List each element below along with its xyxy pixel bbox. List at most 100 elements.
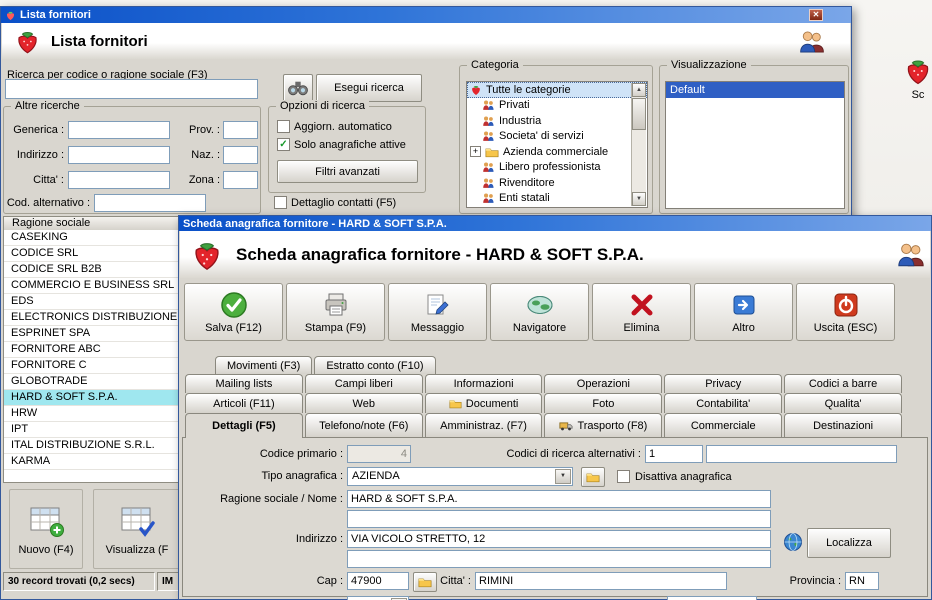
citta-field[interactable] [68,171,170,189]
tab-campi-liberi[interactable]: Campi liberi [304,374,423,393]
view-item[interactable]: Default [666,82,844,98]
tab-privacy[interactable]: Privacy [664,374,783,393]
supplier-row[interactable]: CODICE SRL B2B [4,262,178,278]
tab-mailing-lists[interactable]: Mailing lists [185,374,303,393]
provincia-field[interactable] [845,572,879,590]
generica-field[interactable] [68,121,170,139]
tab-movimenti[interactable]: Movimenti (F3) [215,356,313,374]
localizza-button[interactable]: Localizza [807,528,891,558]
indirizzo-field-2[interactable] [347,550,771,568]
tab-codici-a-barre[interactable]: Codici a barre [784,374,902,393]
stampa-button[interactable]: Stampa (F9) [286,283,385,341]
supplier-row-selected[interactable]: HARD & SOFT S.P.A. [4,390,178,406]
messaggio-button[interactable]: Messaggio [388,283,487,341]
supplier-row[interactable]: ESPRINET SPA [4,326,178,342]
supplier-row[interactable]: HRW [4,406,178,422]
tipo-anagrafica-label: Tipo anagrafica : [261,470,343,482]
scroll-down-icon[interactable]: ▼ [632,192,646,206]
expand-icon[interactable]: + [470,146,481,158]
dettaglio-contatti-checkbox[interactable] [274,196,287,209]
titlebar[interactable]: Scheda anagrafica fornitore - HARD & SOF… [179,216,931,231]
tab-amministraz[interactable]: Amministraz. (F7) [424,413,543,437]
category-item[interactable]: Libero professionista [467,160,647,176]
codici-alternativi-field-2[interactable] [706,445,897,463]
tab-articoli[interactable]: Articoli (F11) [185,393,303,413]
supplier-row[interactable]: GLOBOTRADE [4,374,178,390]
salva-button[interactable]: Salva (F12) [184,283,283,341]
tab-estratto-conto[interactable]: Estratto conto (F10) [314,356,436,374]
tab-telefono-note[interactable]: Telefono/note (F6) [304,413,423,437]
cap-field[interactable] [347,572,409,590]
categoria-scrollbar[interactable]: ▲ ▼ [631,83,646,206]
aggiorn-automatico-checkbox[interactable] [277,120,290,133]
binoculars-button[interactable] [283,74,313,102]
desktop-shortcut[interactable]: Sc [896,56,932,101]
supplier-row[interactable]: ELECTRONICS DISTRIBUZIONE [4,310,178,326]
esegui-ricerca-button[interactable]: Esegui ricerca [316,74,422,102]
uscita-button[interactable]: Uscita (ESC) [796,283,895,341]
ragione-sociale-field-2[interactable] [347,510,771,528]
indirizzo-field[interactable] [68,146,170,164]
disattiva-anagrafica-checkbox[interactable] [617,470,630,483]
filtri-avanzati-button[interactable]: Filtri avanzati [277,160,418,183]
column-header[interactable]: Ragione sociale [3,216,179,231]
category-item[interactable]: + Azienda commerciale [467,144,647,160]
category-item[interactable]: Rivenditore [467,175,647,191]
navigatore-button[interactable]: Navigatore [490,283,589,341]
supplier-row[interactable]: ITAL DISTRIBUZIONE S.R.L. [4,438,178,454]
grid-view-icon [121,507,155,537]
supplier-row[interactable]: EDS [4,294,178,310]
codice-primario-field[interactable] [347,445,411,463]
tab-operazioni[interactable]: Operazioni [544,374,663,393]
tab-row-4: Dettagli (F5) Telefono/note (F6) Amminis… [185,413,902,438]
zona-field[interactable] [667,596,757,600]
ragione-sociale-field[interactable] [347,490,771,508]
titlebar[interactable]: Lista fornitori ✕ [1,7,851,23]
citta-field[interactable] [475,572,727,590]
category-item[interactable]: Tutte le categorie [467,82,647,98]
supplier-row[interactable]: FORNITORE C [4,358,178,374]
chevron-down-icon[interactable]: ▼ [555,469,571,484]
tab-informazioni[interactable]: Informazioni [424,374,543,393]
tab-dettagli[interactable]: Dettagli (F5) [185,413,303,438]
scroll-up-icon[interactable]: ▲ [632,83,646,97]
category-item[interactable]: Privati [467,98,647,114]
nazione-select[interactable]: IT ▼ [347,596,409,600]
zona-field[interactable] [223,171,258,189]
tab-web[interactable]: Web [304,393,423,413]
cod-alternativo-field[interactable] [94,194,206,212]
prov-field[interactable] [223,121,258,139]
supplier-row[interactable]: CODICE SRL [4,246,178,262]
tab-trasporto[interactable]: Trasporto (F8) [544,413,663,437]
visualizza-button[interactable]: Visualizza (F [93,489,181,569]
category-item[interactable]: Enti statali [467,191,647,207]
tab-commerciale[interactable]: Commerciale [664,413,783,437]
codici-alternativi-field[interactable] [645,445,703,463]
nuovo-button[interactable]: Nuovo (F4) [9,489,83,569]
category-label: Rivenditore [499,176,555,189]
altro-button[interactable]: Altro [694,283,793,341]
supplier-row[interactable]: CASEKING [4,230,178,246]
tab-documenti[interactable]: Documenti [424,393,543,413]
close-icon[interactable]: ✕ [809,9,823,21]
tab-contabilita[interactable]: Contabilita' [664,393,783,413]
tab-row-3: Articoli (F11) Web Documenti Foto Contab… [185,393,902,413]
category-item[interactable]: Industria [467,113,647,129]
tipo-anagrafica-select[interactable]: AZIENDA ▼ [347,467,573,486]
visualizzazione-list: Default [665,81,845,209]
tipo-folder-button[interactable] [581,467,605,487]
category-item[interactable]: Societa' di servizi [467,129,647,145]
indirizzo-field[interactable] [347,530,771,548]
supplier-row[interactable]: IPT [4,422,178,438]
tab-foto[interactable]: Foto [544,393,663,413]
tab-qualita[interactable]: Qualita' [784,393,902,413]
supplier-row[interactable]: KARMA [4,454,178,470]
scroll-thumb[interactable] [632,98,646,130]
naz-field[interactable] [223,146,258,164]
search-input[interactable] [5,79,258,99]
supplier-row[interactable]: COMMERCIO E BUSINESS SRL [4,278,178,294]
elimina-button[interactable]: Elimina [592,283,691,341]
solo-attive-checkbox[interactable]: ✓ [277,138,290,151]
tab-destinazioni[interactable]: Destinazioni [784,413,902,437]
supplier-row[interactable]: FORNITORE ABC [4,342,178,358]
